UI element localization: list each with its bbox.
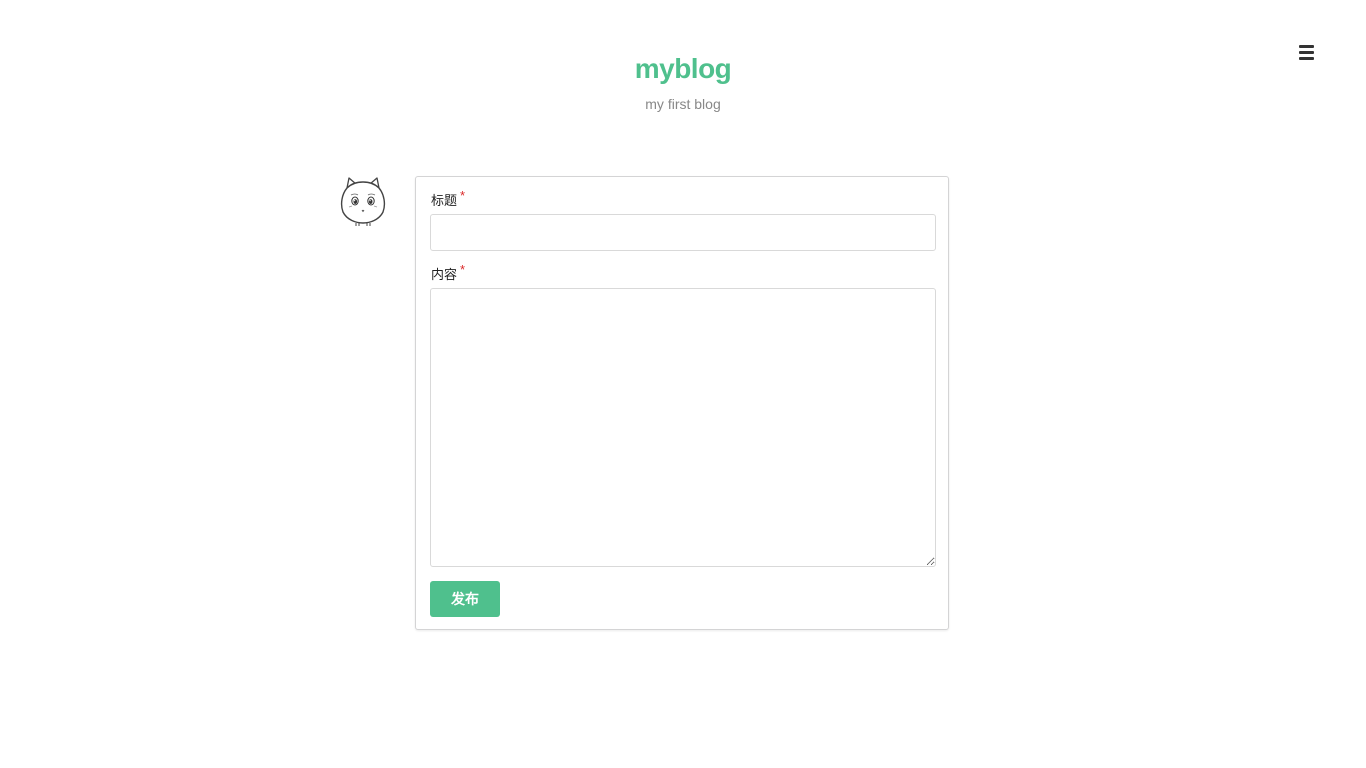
content-textarea[interactable] [430, 288, 936, 567]
content-label: 内容 * [431, 262, 465, 283]
content-label-text: 内容 [431, 267, 458, 282]
post-form-card: 标题 * 内容 * 发布 [415, 176, 949, 630]
title-input[interactable] [430, 214, 936, 251]
cat-avatar-icon[interactable] [338, 176, 388, 226]
site-subtitle: my first blog [645, 96, 721, 112]
required-mark: * [460, 188, 466, 203]
title-label-text: 标题 [431, 193, 458, 208]
title-label: 标题 * [431, 188, 465, 209]
menu-bar [1299, 45, 1314, 48]
required-mark: * [460, 262, 466, 277]
site-title[interactable]: myblog [0, 51, 1366, 87]
publish-button[interactable]: 发布 [430, 581, 500, 617]
